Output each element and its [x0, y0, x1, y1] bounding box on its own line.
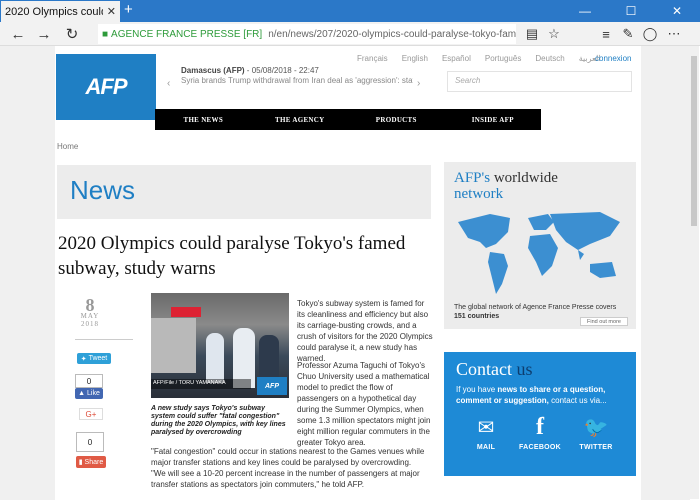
- lock-icon: ■: [102, 28, 109, 40]
- twitter-icon: 🐦: [583, 416, 609, 439]
- article-paragraph: Professor Azuma Taguchi of Tokyo's Chuo …: [297, 361, 431, 447]
- tweet-button[interactable]: ✦ Tweet: [77, 353, 111, 364]
- page-content: AFP ‹ Damascus (AFP) - 05/08/2018 - 22:4…: [55, 46, 641, 500]
- forward-button[interactable]: →: [32, 22, 56, 46]
- lang-de[interactable]: Deutsch: [535, 54, 564, 63]
- tab-close-icon[interactable]: ✕: [107, 5, 116, 18]
- contact-description: If you have news to share or a question,…: [456, 385, 607, 405]
- section-banner: News: [57, 165, 431, 219]
- url-text: n/en/news/207/2020-olympics-could-paraly…: [268, 28, 516, 40]
- thumb-icon: ▲: [78, 390, 88, 397]
- article-paragraph: "We will see a 10-20 percent increase in…: [151, 469, 420, 489]
- favorite-star-icon[interactable]: ☆: [544, 22, 564, 46]
- mail-icon: ✉: [477, 416, 495, 439]
- nav-products[interactable]: PRODUCTS: [348, 109, 445, 130]
- connexion-link[interactable]: connexion: [595, 54, 631, 63]
- new-tab-button[interactable]: +: [124, 2, 133, 18]
- date-year: 2018: [81, 320, 99, 328]
- lang-fr[interactable]: Français: [357, 54, 388, 63]
- photo-credit: AFP/File / TORU YAMANAKA: [151, 379, 251, 389]
- world-map: [458, 212, 620, 294]
- ticker-meta: Damascus (AFP) - 05/08/2018 - 22:47: [181, 66, 319, 75]
- find-out-more-button[interactable]: Find out more: [580, 317, 628, 326]
- contact-box: Contact us If you have news to share or …: [444, 352, 636, 476]
- language-menu: Français English Español Português Deuts…: [357, 54, 601, 63]
- close-window-button[interactable]: ✕: [654, 0, 700, 22]
- browser-tab[interactable]: 2020 Olympics could pa ✕: [1, 1, 120, 22]
- main-nav: THE NEWS THE AGENCY PRODUCTS INSIDE AFP: [155, 109, 541, 130]
- reading-view-icon[interactable]: ▤: [522, 22, 542, 46]
- minimize-button[interactable]: —: [562, 0, 608, 22]
- like-button[interactable]: ▲ Like: [75, 388, 103, 399]
- person-shape: [206, 333, 224, 383]
- article-paragraph: "Fatal congestion" could occur in statio…: [151, 447, 425, 467]
- lang-pt[interactable]: Português: [485, 54, 521, 63]
- ticker-prev-icon[interactable]: ‹: [167, 78, 170, 89]
- notes-icon[interactable]: ✎: [618, 22, 638, 46]
- afp-logo[interactable]: AFP: [56, 54, 156, 120]
- certificate-name: AGENCE FRANCE PRESSE [FR]: [111, 28, 263, 40]
- lang-en[interactable]: English: [402, 54, 428, 63]
- ticker-headline[interactable]: Syria brands Trump withdrawal from Iran …: [181, 76, 413, 85]
- article-paragraph: Tokyo's subway system is famed for its c…: [297, 299, 433, 363]
- ticker-next-icon[interactable]: ›: [417, 78, 420, 89]
- nav-the-agency[interactable]: THE AGENCY: [252, 109, 349, 130]
- article-photo[interactable]: AFP/File / TORU YAMANAKA AFP: [151, 293, 289, 398]
- web-page: AFP ‹ Damascus (AFP) - 05/08/2018 - 22:4…: [0, 46, 690, 500]
- worldwide-network-box[interactable]: AFP's worldwide network The global networ…: [444, 162, 636, 329]
- lang-es[interactable]: Español: [442, 54, 471, 63]
- photo-caption: A new study says Tokyo's subway system c…: [151, 405, 286, 436]
- share-count: 0: [76, 432, 104, 452]
- train-shape: [151, 318, 196, 373]
- more-icon[interactable]: ⋯: [664, 22, 684, 46]
- hub-icon[interactable]: ≡: [596, 22, 616, 46]
- nav-the-news[interactable]: THE NEWS: [155, 109, 252, 130]
- divider: [75, 339, 133, 340]
- facebook-icon: f: [536, 413, 544, 440]
- section-title: News: [70, 175, 136, 205]
- refresh-button[interactable]: ↻: [60, 22, 84, 46]
- article-headline: 2020 Olympics could paralyse Tokyo's fam…: [58, 233, 406, 279]
- twitter-icon: ✦: [80, 355, 89, 363]
- share-icon[interactable]: ◯: [640, 22, 660, 46]
- station-sign: [171, 307, 201, 317]
- contact-facebook-button[interactable]: f FACEBOOK: [512, 413, 568, 452]
- photo-afp-logo: AFP: [257, 377, 287, 395]
- url-bar[interactable]: ■ AGENCE FRANCE PRESSE [FR] n/en/news/20…: [98, 24, 516, 44]
- search-input[interactable]: Search: [447, 71, 632, 92]
- contact-twitter-button[interactable]: 🐦 TWITTER: [568, 414, 624, 452]
- share-button[interactable]: ▮ Share: [76, 456, 106, 468]
- date-month: MAY: [80, 312, 100, 320]
- nav-inside-afp[interactable]: INSIDE AFP: [445, 109, 542, 130]
- google-plus-button[interactable]: G+: [79, 408, 103, 420]
- contact-title: Contact us: [456, 359, 533, 379]
- like-count: 0: [75, 374, 103, 388]
- scrollbar-thumb[interactable]: [691, 56, 697, 226]
- back-button[interactable]: ←: [6, 22, 30, 46]
- tab-title: 2020 Olympics could pa: [5, 5, 103, 18]
- network-title: AFP's worldwide network: [454, 170, 558, 202]
- maximize-button[interactable]: ☐: [608, 0, 654, 22]
- contact-mail-button[interactable]: ✉ MAIL: [458, 414, 514, 452]
- breadcrumb[interactable]: Home: [57, 142, 78, 151]
